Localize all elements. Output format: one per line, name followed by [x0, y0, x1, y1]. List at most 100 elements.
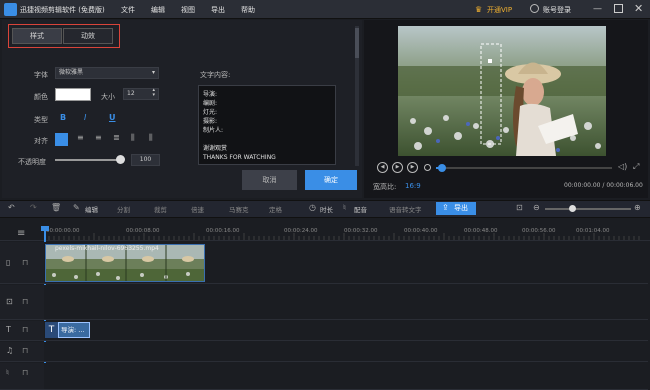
edit-icon: ✎ — [73, 203, 80, 212]
align-label: 对齐 — [34, 137, 48, 145]
export-icon: ⇪ — [442, 203, 449, 212]
color-label: 颜色 — [34, 93, 48, 101]
delete-icon[interactable]: 🗑 — [51, 203, 61, 212]
microphone-icon: ♮ — [343, 203, 346, 212]
ruler-tick-label: 00:01:04.00 — [576, 228, 610, 234]
align-center-icon[interactable]: ≡ — [77, 133, 84, 142]
lock-icon[interactable]: ⊓ — [22, 297, 28, 306]
lock-icon[interactable]: ⊓ — [22, 346, 28, 355]
music-track[interactable] — [44, 342, 648, 362]
ruler-tick-label: 00:00:16.00 — [206, 228, 240, 234]
play-icon[interactable]: ▶ — [392, 162, 403, 173]
user-icon — [530, 4, 539, 13]
voice-to-text-button[interactable]: 语音转文字 — [389, 204, 422, 214]
edit-button[interactable]: 编辑 — [85, 204, 98, 214]
text-track-icon: T — [6, 325, 11, 334]
size-label: 大小 — [101, 93, 115, 101]
fit-icon[interactable]: ⊡ — [516, 203, 523, 212]
confirm-button[interactable]: 确定 — [305, 170, 357, 190]
opacity-label: 不透明度 — [18, 158, 46, 166]
duration-button[interactable]: 时长 — [320, 204, 333, 214]
login-button[interactable]: 账号登录 — [543, 5, 571, 15]
zoom-slider-handle[interactable] — [569, 205, 576, 212]
chevron-down-icon: ▾ — [151, 69, 155, 76]
opacity-input[interactable]: 100 — [131, 154, 160, 166]
dub-button[interactable]: 配音 — [354, 204, 367, 214]
menu-view[interactable]: 视图 — [181, 5, 195, 15]
text-track[interactable] — [44, 321, 648, 341]
ruler-tick-label: 00:00:08.00 — [126, 228, 160, 234]
size-value: 12 — [127, 90, 135, 97]
underline-button[interactable]: U — [109, 113, 116, 122]
microphone-icon: ♮ — [6, 368, 9, 377]
ruler-tick-label: 00:00:24.00 — [284, 228, 318, 234]
tab-animation[interactable]: 动效 — [63, 28, 113, 44]
tab-style[interactable]: 样式 — [12, 28, 62, 44]
bold-button[interactable]: B — [60, 113, 66, 122]
font-value: 微软雅黑 — [59, 69, 84, 76]
font-select[interactable]: 微软雅黑 ▾ — [55, 67, 159, 79]
time-display: 00:00:00.00 / 00:00:06.00 — [564, 182, 643, 189]
align-left-icon[interactable] — [55, 133, 68, 146]
speed-button[interactable]: 倍速 — [191, 204, 204, 214]
fullscreen-icon[interactable]: ⤢ — [633, 162, 639, 172]
mosaic-button[interactable]: 马赛克 — [229, 204, 249, 214]
italic-button[interactable]: I — [84, 113, 86, 122]
playhead-handle[interactable] — [41, 226, 49, 231]
redo-icon[interactable]: ↷ — [30, 203, 37, 212]
split-button[interactable]: 分割 — [117, 204, 130, 214]
zoom-out-icon[interactable]: ⊖ — [533, 203, 540, 212]
prev-frame-icon[interactable]: ◀ — [377, 162, 388, 173]
track-menu-icon[interactable]: ≡ — [17, 228, 25, 239]
aspect-value[interactable]: 16:9 — [405, 182, 421, 190]
progress-track[interactable] — [436, 167, 612, 169]
minimize-icon[interactable]: — — [593, 4, 602, 14]
menu-edit[interactable]: 编辑 — [151, 5, 165, 15]
menu-export[interactable]: 导出 — [211, 5, 225, 15]
video-preview[interactable] — [398, 26, 606, 156]
pip-track-icon: ⊡ — [6, 297, 13, 306]
aspect-label: 宽高比: — [373, 183, 397, 191]
menu-file[interactable]: 文件 — [121, 5, 135, 15]
font-label: 字体 — [34, 71, 48, 79]
size-stepper[interactable]: 12 ▴ ▾ — [123, 88, 159, 100]
next-frame-icon[interactable]: ▶ — [407, 162, 418, 173]
clock-icon: ◷ — [309, 203, 316, 212]
crop-button[interactable]: 裁剪 — [154, 204, 167, 214]
cancel-button[interactable]: 取消 — [242, 170, 297, 190]
scroll-thumb[interactable] — [355, 28, 359, 58]
video-track-icon: ▯ — [6, 258, 11, 267]
vertical-center-icon[interactable]: ⫼ — [149, 133, 153, 143]
opacity-slider-handle[interactable] — [116, 155, 125, 164]
ruler-tick-label: 00:00:56.00 — [522, 228, 556, 234]
align-justify-icon[interactable]: ≣ — [113, 133, 120, 142]
freeze-button[interactable]: 定格 — [269, 204, 282, 214]
text-clip-icon: T — [45, 322, 58, 338]
vip-button[interactable]: 开通VIP — [487, 5, 512, 15]
text-content-label: 文字内容: — [200, 71, 231, 79]
volume-icon[interactable]: ◁) — [618, 162, 627, 171]
text-clip[interactable]: 导演: ... — [58, 322, 90, 338]
color-swatch[interactable] — [55, 88, 91, 101]
ruler-tick-label: 00:00:40.00 — [404, 228, 438, 234]
stop-icon[interactable] — [424, 164, 431, 171]
opacity-slider-track[interactable] — [55, 159, 121, 161]
align-right-icon[interactable]: ≡ — [95, 133, 102, 142]
lock-icon[interactable]: ⊓ — [22, 258, 28, 267]
zoom-slider-track[interactable] — [545, 208, 631, 210]
lock-icon[interactable]: ⊓ — [22, 325, 28, 334]
audio-track[interactable] — [44, 363, 648, 390]
vertical-align-icon[interactable]: ⫼ — [131, 133, 135, 143]
maximize-icon[interactable] — [614, 4, 623, 13]
menu-help[interactable]: 帮助 — [241, 5, 255, 15]
lock-icon[interactable]: ⊓ — [22, 368, 28, 377]
export-label: 导出 — [454, 204, 468, 212]
zoom-in-icon[interactable]: ⊕ — [634, 203, 641, 212]
pip-track[interactable] — [44, 285, 648, 320]
stepper-icon: ▴ ▾ — [152, 87, 155, 98]
text-content-field[interactable]: 导演: 编剧: 灯光: 摄影: 制片人: 谢谢观赏 THANKS FOR WAT… — [198, 85, 336, 165]
close-icon[interactable]: ✕ — [634, 2, 643, 15]
app-title: 迅捷视频剪辑软件 (免费版) — [20, 6, 105, 14]
undo-icon[interactable]: ↶ — [8, 203, 15, 212]
progress-handle[interactable] — [438, 164, 446, 172]
